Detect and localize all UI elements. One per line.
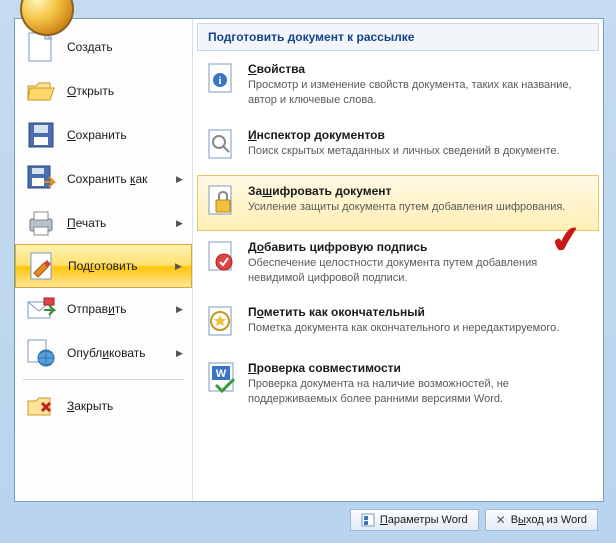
sub-item-inspect[interactable]: Инспектор документов Поиск скрытых метад… xyxy=(197,119,599,175)
sub-title: Инспектор документов xyxy=(248,128,588,142)
menu-item-print[interactable]: Печать ▶ xyxy=(15,201,192,245)
exit-icon: ✕ xyxy=(496,513,506,527)
menu-item-send[interactable]: Отправить ▶ xyxy=(15,287,192,331)
menu-label: Опубликовать xyxy=(67,346,176,360)
menu-item-save[interactable]: Сохранить xyxy=(15,113,192,157)
printer-icon xyxy=(25,207,57,239)
menu-label: Открыть xyxy=(67,84,184,98)
mark-final-icon xyxy=(204,305,240,341)
menu-item-save-as[interactable]: Сохранить как ▶ xyxy=(15,157,192,201)
menu-label: Закрыть xyxy=(67,399,184,413)
prepare-icon xyxy=(26,250,58,282)
sub-desc: Обеспечение целостности документа путем … xyxy=(248,256,588,286)
sub-title: Проверка совместимости xyxy=(248,361,588,375)
menu-separator xyxy=(23,379,184,380)
word-options-button[interactable]: Параметры Word xyxy=(350,509,479,531)
menu-label: Сохранить как xyxy=(67,172,176,186)
sub-item-mark-final[interactable]: Пометить как окончательный Пометка докум… xyxy=(197,296,599,352)
exit-word-button[interactable]: ✕ Выход из Word xyxy=(485,509,598,531)
submenu-arrow-icon: ▶ xyxy=(176,218,184,229)
send-mail-icon xyxy=(25,293,57,325)
sub-title: Пометить как окончательный xyxy=(248,305,588,319)
digital-signature-icon xyxy=(204,240,240,276)
sub-item-properties[interactable]: i Свойства Просмотр и изменение свойств … xyxy=(197,53,599,119)
exit-label: Выход из Word xyxy=(511,514,587,526)
menu-item-prepare[interactable]: Подготовить ▶ xyxy=(15,244,192,288)
options-icon xyxy=(361,513,375,527)
close-folder-icon xyxy=(25,390,57,422)
submenu-arrow-icon: ▶ xyxy=(176,348,184,359)
right-submenu: Подготовить документ к рассылке i Свойст… xyxy=(193,19,603,501)
menu-item-open[interactable]: Открыть xyxy=(15,69,192,113)
left-menu: Создать Открыть Сохранить Сохранить как … xyxy=(15,19,193,501)
floppy-save-as-icon xyxy=(25,163,57,195)
submenu-header: Подготовить документ к рассылке xyxy=(197,23,599,51)
options-label: Параметры Word xyxy=(380,514,468,526)
floppy-save-icon xyxy=(25,119,57,151)
compatibility-check-icon: W xyxy=(204,361,240,397)
new-document-icon xyxy=(25,31,57,63)
sub-title: Свойства xyxy=(248,62,588,76)
menu-label: Отправить xyxy=(67,302,176,316)
menu-item-publish[interactable]: Опубликовать ▶ xyxy=(15,331,192,375)
svg-text:i: i xyxy=(218,75,221,87)
folder-open-icon xyxy=(25,75,57,107)
office-menu-panel: Создать Открыть Сохранить Сохранить как … xyxy=(14,18,604,502)
sub-item-sign[interactable]: Добавить цифровую подпись Обеспечение це… xyxy=(197,231,599,297)
sub-title: Зашифровать документ xyxy=(248,184,588,198)
bottom-bar: Параметры Word ✕ Выход из Word xyxy=(14,505,604,535)
encrypt-lock-icon xyxy=(204,184,240,220)
submenu-list: i Свойства Просмотр и изменение свойств … xyxy=(193,53,603,418)
sub-title: Добавить цифровую подпись xyxy=(248,240,588,254)
sub-desc: Усиление защиты документа путем добавлен… xyxy=(248,200,588,215)
sub-item-compatibility[interactable]: W Проверка совместимости Проверка докуме… xyxy=(197,352,599,418)
menu-label: Печать xyxy=(67,216,176,230)
menu-item-close[interactable]: Закрыть xyxy=(15,384,192,428)
publish-globe-icon xyxy=(25,337,57,369)
sub-item-encrypt[interactable]: Зашифровать документ Усиление защиты док… xyxy=(197,175,599,231)
sub-desc: Просмотр и изменение свойств документа, … xyxy=(248,78,588,108)
menu-label: Создать xyxy=(67,40,184,54)
sub-desc: Поиск скрытых метаданных и личных сведен… xyxy=(248,144,588,159)
inspect-icon xyxy=(204,128,240,164)
menu-label: Сохранить xyxy=(67,128,184,142)
sub-desc: Пометка документа как окончательного и н… xyxy=(248,321,588,336)
submenu-arrow-icon: ▶ xyxy=(175,261,183,272)
submenu-arrow-icon: ▶ xyxy=(176,174,184,185)
sub-desc: Проверка документа на наличие возможност… xyxy=(248,377,588,407)
svg-text:W: W xyxy=(216,368,227,380)
menu-label: Подготовить xyxy=(68,259,175,273)
properties-icon: i xyxy=(204,62,240,98)
submenu-arrow-icon: ▶ xyxy=(176,304,184,315)
